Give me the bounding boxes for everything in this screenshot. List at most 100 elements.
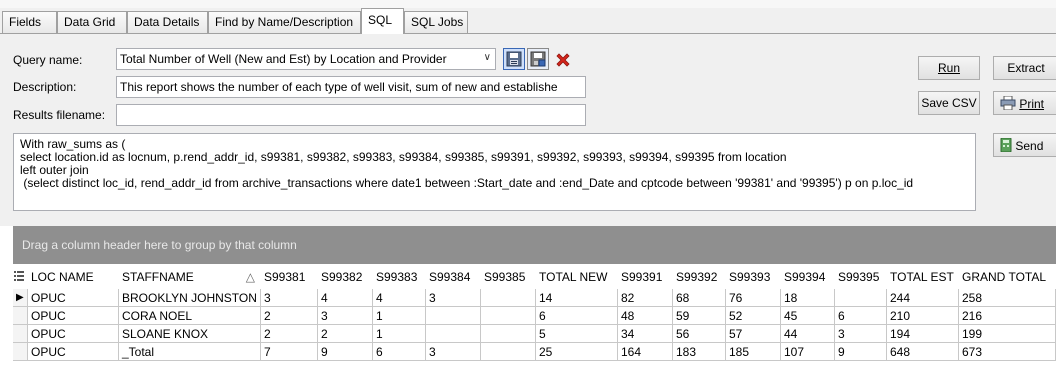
cell-staffname[interactable]: CORA NOEL: [119, 307, 261, 325]
cell-s99385[interactable]: [481, 289, 536, 307]
cell-s99382[interactable]: 3: [318, 307, 373, 325]
cell-s99395[interactable]: 9: [835, 343, 887, 361]
column-header-s99385[interactable]: S99385: [481, 268, 536, 286]
table-row[interactable]: OPUC SLOANE KNOX 2 2 1 5 34 56 57 44 3 1…: [13, 325, 1056, 343]
cell-s99382[interactable]: 4: [318, 289, 373, 307]
save-query-button[interactable]: [503, 48, 525, 70]
column-header-s99392[interactable]: S99392: [673, 268, 726, 286]
column-header-staffname[interactable]: STAFFNAME △: [119, 268, 261, 286]
cell-total-new[interactable]: 6: [536, 307, 618, 325]
cell-s99385[interactable]: [481, 343, 536, 361]
cell-staffname[interactable]: SLOANE KNOX: [119, 325, 261, 343]
table-row[interactable]: ▶ OPUC BROOKLYN JOHNSTON 3 4 4 3 14 82 6…: [13, 289, 1056, 307]
cell-grand-total[interactable]: 216: [959, 307, 1056, 325]
tab-find-by-name[interactable]: Find by Name/Description: [208, 11, 361, 33]
cell-s99394[interactable]: 18: [781, 289, 835, 307]
cell-loc-name[interactable]: OPUC: [28, 289, 119, 307]
column-header-grand-total[interactable]: GRAND TOTAL: [959, 268, 1056, 286]
delete-query-button[interactable]: [551, 48, 573, 70]
cell-total-est[interactable]: 648: [887, 343, 959, 361]
column-header-loc-name[interactable]: LOC NAME: [28, 268, 119, 286]
query-name-select[interactable]: Total Number of Well (New and Est) by Lo…: [116, 48, 496, 70]
cell-s99395[interactable]: 6: [835, 307, 887, 325]
cell-s99383[interactable]: 6: [373, 343, 426, 361]
cell-s99382[interactable]: 2: [318, 325, 373, 343]
tab-fields[interactable]: Fields: [2, 11, 57, 33]
column-header-s99395[interactable]: S99395: [835, 268, 887, 286]
cell-s99391[interactable]: 34: [618, 325, 673, 343]
cell-s99394[interactable]: 44: [781, 325, 835, 343]
cell-s99391[interactable]: 164: [618, 343, 673, 361]
cell-s99381[interactable]: 3: [261, 289, 318, 307]
save-csv-button[interactable]: Save CSV: [918, 91, 980, 115]
cell-s99393[interactable]: 57: [726, 325, 781, 343]
cell-staffname[interactable]: _Total: [119, 343, 261, 361]
cell-s99393[interactable]: 52: [726, 307, 781, 325]
sql-editor[interactable]: With raw_sums as ( select location.id as…: [13, 133, 976, 211]
column-header-s99391[interactable]: S99391: [618, 268, 673, 286]
chevron-down-icon[interactable]: ∨: [484, 52, 491, 63]
cell-s99392[interactable]: 183: [673, 343, 726, 361]
cell-s99392[interactable]: 56: [673, 325, 726, 343]
column-header-s99394[interactable]: S99394: [781, 268, 835, 286]
cell-s99391[interactable]: 82: [618, 289, 673, 307]
column-header-total-new[interactable]: TOTAL NEW: [536, 268, 618, 286]
table-row[interactable]: OPUC _Total 7 9 6 3 25 164 183 185 107 9…: [13, 343, 1056, 361]
cell-s99391[interactable]: 48: [618, 307, 673, 325]
cell-total-new[interactable]: 25: [536, 343, 618, 361]
cell-s99395[interactable]: 3: [835, 325, 887, 343]
cell-total-est[interactable]: 210: [887, 307, 959, 325]
column-header-s99393[interactable]: S99393: [726, 268, 781, 286]
cell-grand-total[interactable]: 673: [959, 343, 1056, 361]
tab-sql-jobs[interactable]: SQL Jobs: [404, 11, 468, 33]
tab-data-details[interactable]: Data Details: [127, 11, 208, 33]
cell-s99384[interactable]: 3: [426, 289, 481, 307]
cell-s99392[interactable]: 68: [673, 289, 726, 307]
cell-grand-total[interactable]: 258: [959, 289, 1056, 307]
table-row[interactable]: OPUC CORA NOEL 2 3 1 6 48 59 52 45 6 210…: [13, 307, 1056, 325]
cell-s99395[interactable]: [835, 289, 887, 307]
results-filename-field[interactable]: [116, 104, 586, 126]
cell-s99382[interactable]: 9: [318, 343, 373, 361]
send-button[interactable]: Send: [993, 133, 1056, 157]
column-header-total-est[interactable]: TOTAL EST: [887, 268, 959, 286]
cell-s99384[interactable]: [426, 325, 481, 343]
cell-s99383[interactable]: 4: [373, 289, 426, 307]
extract-button[interactable]: Extract: [993, 56, 1056, 80]
run-button[interactable]: Run: [918, 56, 980, 80]
save-as-query-button[interactable]: [527, 48, 549, 70]
cell-loc-name[interactable]: OPUC: [28, 343, 119, 361]
group-by-panel[interactable]: Drag a column header here to group by th…: [13, 226, 1056, 264]
cell-s99385[interactable]: [481, 307, 536, 325]
cell-s99381[interactable]: 2: [261, 307, 318, 325]
cell-s99381[interactable]: 2: [261, 325, 318, 343]
cell-loc-name[interactable]: OPUC: [28, 325, 119, 343]
cell-total-new[interactable]: 14: [536, 289, 618, 307]
cell-s99384[interactable]: [426, 307, 481, 325]
cell-s99383[interactable]: 1: [373, 325, 426, 343]
tab-data-grid[interactable]: Data Grid: [57, 11, 127, 33]
cell-staffname[interactable]: BROOKLYN JOHNSTON: [119, 289, 261, 307]
column-header-s99382[interactable]: S99382: [318, 268, 373, 286]
cell-total-new[interactable]: 5: [536, 325, 618, 343]
cell-s99392[interactable]: 59: [673, 307, 726, 325]
cell-s99381[interactable]: 7: [261, 343, 318, 361]
description-field[interactable]: This report shows the number of each typ…: [116, 76, 586, 98]
column-header-s99381[interactable]: S99381: [261, 268, 318, 286]
cell-s99383[interactable]: 1: [373, 307, 426, 325]
cell-total-est[interactable]: 244: [887, 289, 959, 307]
cell-s99394[interactable]: 45: [781, 307, 835, 325]
cell-s99384[interactable]: 3: [426, 343, 481, 361]
cell-s99393[interactable]: 185: [726, 343, 781, 361]
cell-s99394[interactable]: 107: [781, 343, 835, 361]
cell-s99393[interactable]: 76: [726, 289, 781, 307]
print-button[interactable]: Print: [993, 91, 1056, 115]
cell-total-est[interactable]: 194: [887, 325, 959, 343]
cell-loc-name[interactable]: OPUC: [28, 307, 119, 325]
column-chooser-icon[interactable]: [13, 268, 28, 286]
cell-s99385[interactable]: [481, 325, 536, 343]
column-header-s99383[interactable]: S99383: [373, 268, 426, 286]
column-header-s99384[interactable]: S99384: [426, 268, 481, 286]
tab-sql[interactable]: SQL: [361, 8, 404, 34]
cell-grand-total[interactable]: 199: [959, 325, 1056, 343]
